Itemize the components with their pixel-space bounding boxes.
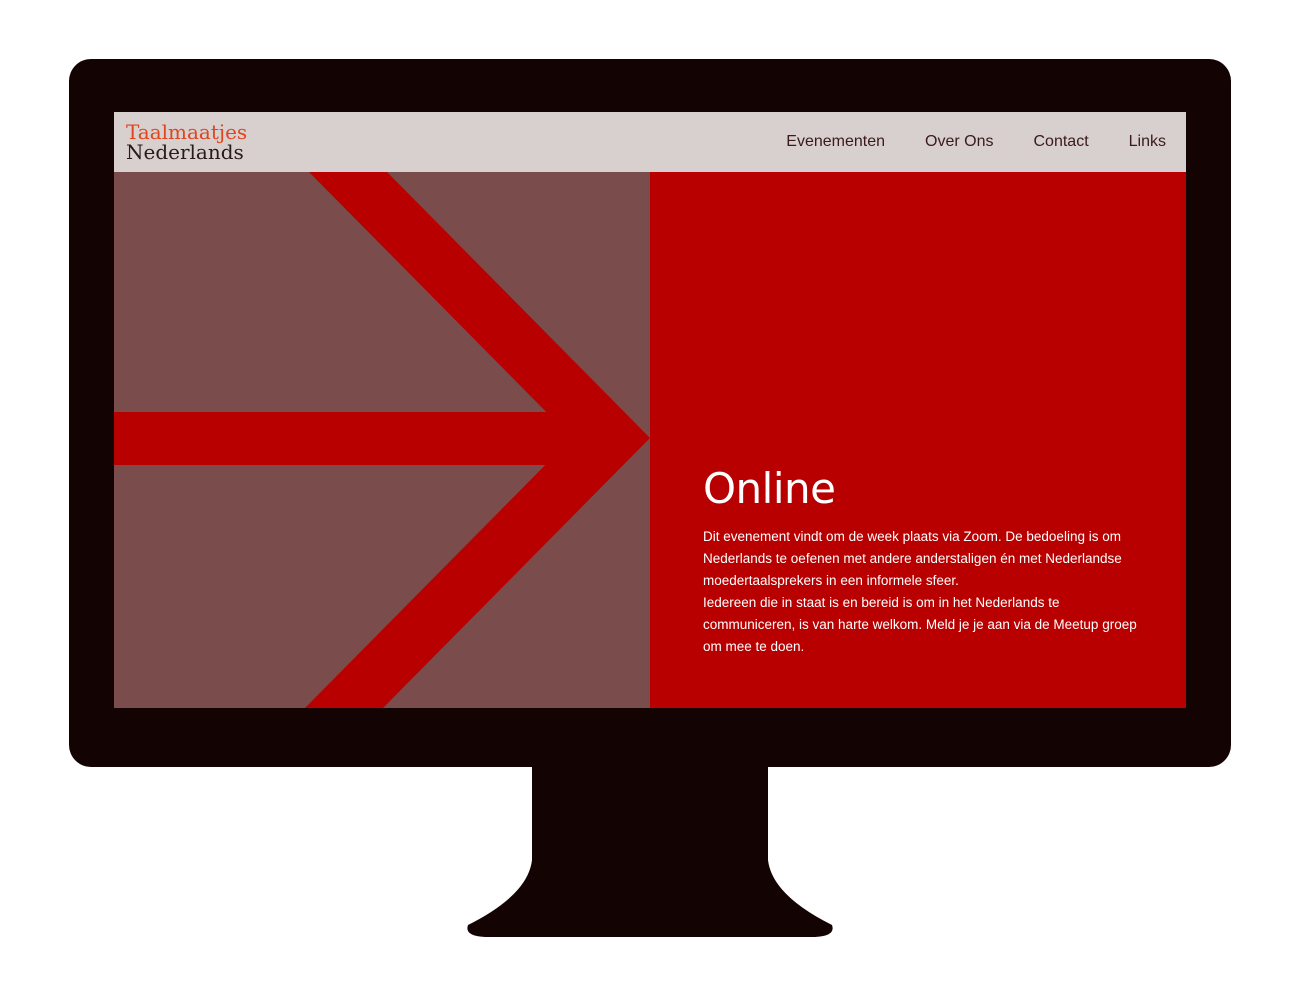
hero-graphic-panel	[114, 172, 650, 708]
arrow-right-icon	[114, 172, 650, 708]
hero-content-panel: Online Dit evenement vindt om de week pl…	[650, 172, 1186, 708]
nav-link-links[interactable]: Links	[1129, 133, 1166, 151]
main-nav: Evenementen Over Ons Contact Links	[786, 112, 1166, 172]
hero-paragraph-2: Iedereen die in staat is en bereid is om…	[703, 595, 1137, 654]
hero-paragraph-1: Dit evenement vindt om de week plaats vi…	[703, 529, 1122, 588]
navbar: Taalmaatjes Nederlands Evenementen Over …	[114, 112, 1186, 172]
hero-title: Online	[703, 464, 836, 513]
site-logo[interactable]: Taalmaatjes Nederlands	[126, 122, 247, 162]
logo-text-taalmaatjes: Taalmaatjes	[126, 120, 248, 144]
nav-link-evenementen[interactable]: Evenementen	[786, 133, 885, 151]
logo-text-nederlands: Nederlands	[126, 140, 244, 164]
website-screen: Taalmaatjes Nederlands Evenementen Over …	[114, 112, 1186, 708]
nav-link-contact[interactable]: Contact	[1034, 133, 1089, 151]
nav-link-over-ons[interactable]: Over Ons	[925, 133, 993, 151]
hero-description: Dit evenement vindt om de week plaats vi…	[703, 526, 1143, 658]
